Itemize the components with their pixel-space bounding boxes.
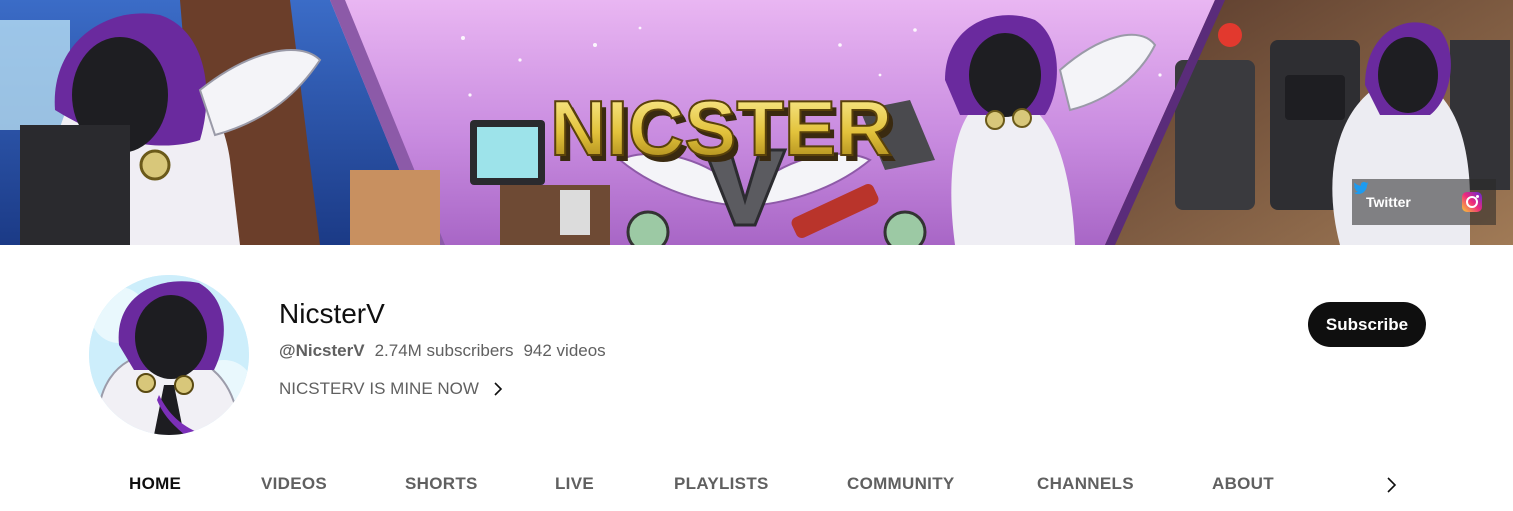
- channel-name: NicsterV: [279, 298, 385, 329]
- tab-videos[interactable]: VIDEOS: [261, 474, 327, 494]
- channel-handle: @NicsterV: [279, 341, 365, 360]
- tabs-next-chevron-icon[interactable]: [1380, 474, 1402, 496]
- tab-live[interactable]: LIVE: [555, 474, 594, 494]
- banner-links: Twitter: [1352, 179, 1496, 225]
- video-count: 942 videos: [523, 341, 606, 360]
- avatar-image: [89, 275, 249, 435]
- tab-channels[interactable]: CHANNELS: [1037, 474, 1134, 494]
- subscribe-button[interactable]: Subscribe: [1308, 302, 1426, 347]
- channel-banner: NICSTER NICSTER Twitter: [0, 0, 1513, 245]
- subscriber-count: 2.74M subscribers: [374, 341, 514, 360]
- tab-playlists[interactable]: PLAYLISTS: [674, 474, 769, 494]
- twitter-icon: [1353, 181, 1369, 195]
- tab-about[interactable]: ABOUT: [1212, 474, 1274, 494]
- channel-tabs: HOME VIDEOS SHORTS LIVE PLAYLISTS COMMUN…: [0, 460, 1513, 511]
- channel-description: NICSTERV IS MINE NOW: [279, 379, 479, 398]
- channel-description-link[interactable]: NICSTERV IS MINE NOW: [279, 378, 505, 400]
- tab-shorts[interactable]: SHORTS: [405, 474, 478, 494]
- channel-avatar[interactable]: [89, 275, 249, 435]
- chevron-right-icon: [494, 382, 503, 396]
- channel-meta: @NicsterV 2.74M subscribers 942 videos: [279, 340, 606, 362]
- instagram-icon[interactable]: [1462, 192, 1482, 212]
- tab-home[interactable]: HOME: [129, 474, 181, 494]
- banner-artwork: NICSTER NICSTER: [0, 0, 1513, 245]
- banner-title-art: NICSTER: [550, 84, 892, 172]
- banner-link-label: Twitter: [1366, 194, 1411, 210]
- tab-community[interactable]: COMMUNITY: [847, 474, 955, 494]
- banner-link-twitter[interactable]: Twitter: [1353, 181, 1411, 210]
